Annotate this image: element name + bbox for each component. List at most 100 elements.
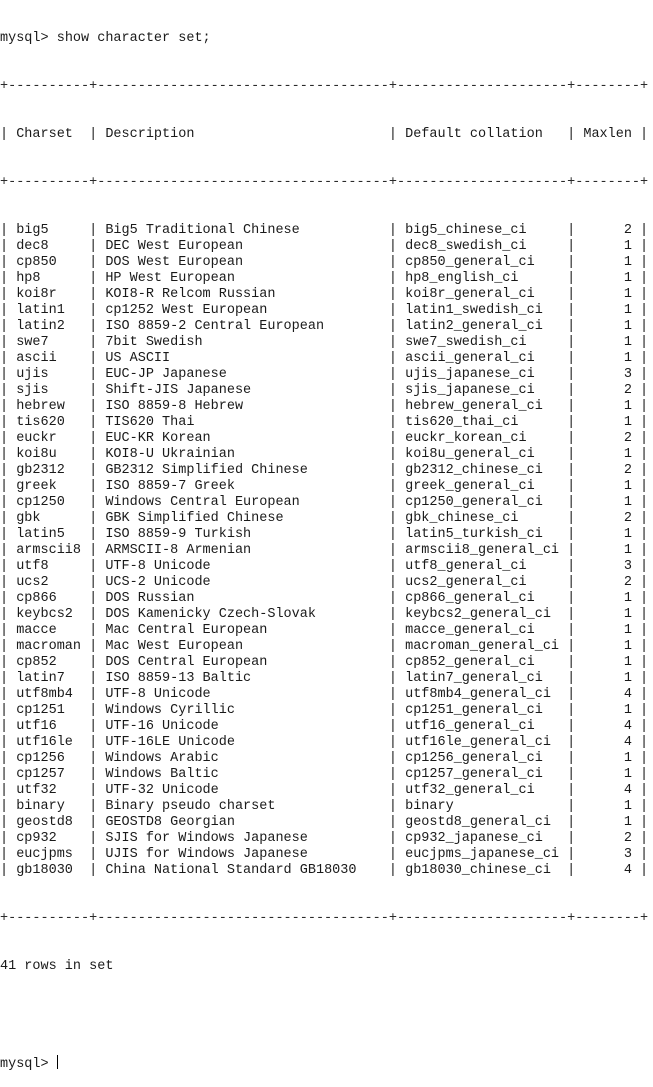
cell-default-collation: sjis_japanese_ci: [405, 383, 560, 398]
cell-description: ISO 8859-7 Greek: [105, 479, 381, 494]
cell-charset: keybcs2: [16, 607, 82, 622]
cell-default-collation: hp8_english_ci: [405, 271, 560, 286]
cell-description: Windows Arabic: [105, 751, 381, 766]
cell-default-collation: koi8r_general_ci: [405, 287, 560, 302]
table-row: | utf16le | UTF-16LE Unicode | utf16le_g…: [0, 735, 649, 750]
cell-description: SJIS for Windows Japanese: [105, 831, 381, 846]
cell-charset: latin1: [16, 303, 82, 318]
terminal-window: mysql> show character set; +----------+-…: [0, 0, 648, 1087]
table-row: | cp1256 | Windows Arabic | cp1256_gener…: [0, 751, 649, 766]
cell-description: HP West European: [105, 271, 381, 286]
table-row: | ascii | US ASCII | ascii_general_ci | …: [0, 351, 649, 366]
cell-charset: euckr: [16, 431, 82, 446]
table-row: | hebrew | ISO 8859-8 Hebrew | hebrew_ge…: [0, 399, 649, 414]
input-line[interactable]: mysql>: [0, 1055, 648, 1072]
cell-maxlen: 1: [583, 671, 632, 686]
cell-maxlen: 1: [583, 271, 632, 286]
cell-maxlen: 1: [583, 751, 632, 766]
cell-default-collation: hebrew_general_ci: [405, 399, 560, 414]
cell-default-collation: macce_general_ci: [405, 623, 560, 638]
cell-default-collation: latin2_general_ci: [405, 319, 560, 334]
table-row: | swe7 | 7bit Swedish | swe7_swedish_ci …: [0, 335, 649, 350]
cell-charset: ucs2: [16, 575, 82, 590]
cell-description: TIS620 Thai: [105, 415, 381, 430]
cell-default-collation: binary: [405, 799, 560, 814]
cell-description: UTF-8 Unicode: [105, 559, 381, 574]
cell-charset: greek: [16, 479, 82, 494]
cell-default-collation: cp852_general_ci: [405, 655, 560, 670]
cell-charset: latin5: [16, 527, 82, 542]
text-cursor: [56, 1055, 58, 1069]
cell-default-collation: latin1_swedish_ci: [405, 303, 560, 318]
cell-charset: hp8: [16, 271, 82, 286]
cell-default-collation: gb2312_chinese_ci: [405, 463, 560, 478]
cell-default-collation: utf8mb4_general_ci: [405, 687, 560, 702]
cell-charset: sjis: [16, 383, 82, 398]
cell-description: KOI8-R Relcom Russian: [105, 287, 381, 302]
cell-maxlen: 1: [583, 703, 632, 718]
cell-description: ISO 8859-13 Baltic: [105, 671, 381, 686]
table-row: | macroman | Mac West European | macroma…: [0, 639, 649, 654]
cell-default-collation: eucjpms_japanese_ci: [405, 847, 560, 862]
prompt: mysql>: [0, 31, 49, 46]
cell-charset: big5: [16, 223, 82, 238]
cell-default-collation: gbk_chinese_ci: [405, 511, 560, 526]
cell-charset: cp850: [16, 255, 82, 270]
cell-charset: latin7: [16, 671, 82, 686]
column-header: Description: [105, 127, 381, 142]
table-row: | cp932 | SJIS for Windows Japanese | cp…: [0, 831, 649, 846]
table-row: | koi8r | KOI8-R Relcom Russian | koi8r_…: [0, 287, 649, 302]
table-row: | cp1257 | Windows Baltic | cp1257_gener…: [0, 767, 649, 782]
table-row: | utf16 | UTF-16 Unicode | utf16_general…: [0, 719, 649, 734]
cell-description: DOS Kamenicky Czech-Slovak: [105, 607, 381, 622]
cell-maxlen: 2: [583, 383, 632, 398]
cell-maxlen: 1: [583, 767, 632, 782]
cell-maxlen: 1: [583, 319, 632, 334]
cell-default-collation: gb18030_chinese_ci: [405, 863, 560, 878]
cell-maxlen: 2: [583, 463, 632, 478]
cell-charset: gb18030: [16, 863, 82, 878]
cell-maxlen: 3: [583, 367, 632, 382]
cell-default-collation: cp932_japanese_ci: [405, 831, 560, 846]
cell-default-collation: utf16le_general_ci: [405, 735, 560, 750]
cell-maxlen: 2: [583, 431, 632, 446]
cell-maxlen: 2: [583, 511, 632, 526]
table-row: | sjis | Shift-JIS Japanese | sjis_japan…: [0, 383, 649, 398]
cell-charset: cp1251: [16, 703, 82, 718]
cell-charset: utf32: [16, 783, 82, 798]
cell-description: UJIS for Windows Japanese: [105, 847, 381, 862]
cell-maxlen: 3: [583, 847, 632, 862]
cell-default-collation: ascii_general_ci: [405, 351, 560, 366]
table-row: | dec8 | DEC West European | dec8_swedis…: [0, 239, 649, 254]
table-row: | hp8 | HP West European | hp8_english_c…: [0, 271, 649, 286]
result-summary: 41 rows in set: [0, 959, 114, 974]
cell-description: ARMSCII-8 Armenian: [105, 543, 381, 558]
cell-charset: cp852: [16, 655, 82, 670]
cell-charset: utf8mb4: [16, 687, 82, 702]
cell-default-collation: utf8_general_ci: [405, 559, 560, 574]
cell-maxlen: 1: [583, 639, 632, 654]
cell-charset: cp1256: [16, 751, 82, 766]
table-row: | geostd8 | GEOSTD8 Georgian | geostd8_g…: [0, 815, 649, 830]
cell-maxlen: 1: [583, 287, 632, 302]
cell-charset: macroman: [16, 639, 82, 654]
cell-default-collation: keybcs2_general_ci: [405, 607, 560, 622]
cell-default-collation: tis620_thai_ci: [405, 415, 560, 430]
cell-charset: geostd8: [16, 815, 82, 830]
cell-maxlen: 1: [583, 303, 632, 318]
cell-default-collation: cp1257_general_ci: [405, 767, 560, 782]
cell-description: Shift-JIS Japanese: [105, 383, 381, 398]
final-prompt: mysql>: [0, 1057, 49, 1072]
cell-description: ISO 8859-9 Turkish: [105, 527, 381, 542]
cell-description: UTF-32 Unicode: [105, 783, 381, 798]
cell-default-collation: swe7_swedish_ci: [405, 335, 560, 350]
cell-maxlen: 4: [583, 783, 632, 798]
cell-description: Big5 Traditional Chinese: [105, 223, 381, 238]
table-row: | armscii8 | ARMSCII-8 Armenian | armsci…: [0, 543, 649, 558]
cell-default-collation: ujis_japanese_ci: [405, 367, 560, 382]
cell-default-collation: utf32_general_ci: [405, 783, 560, 798]
cell-charset: macce: [16, 623, 82, 638]
table-row: | koi8u | KOI8-U Ukrainian | koi8u_gener…: [0, 447, 649, 462]
cell-default-collation: cp1256_general_ci: [405, 751, 560, 766]
